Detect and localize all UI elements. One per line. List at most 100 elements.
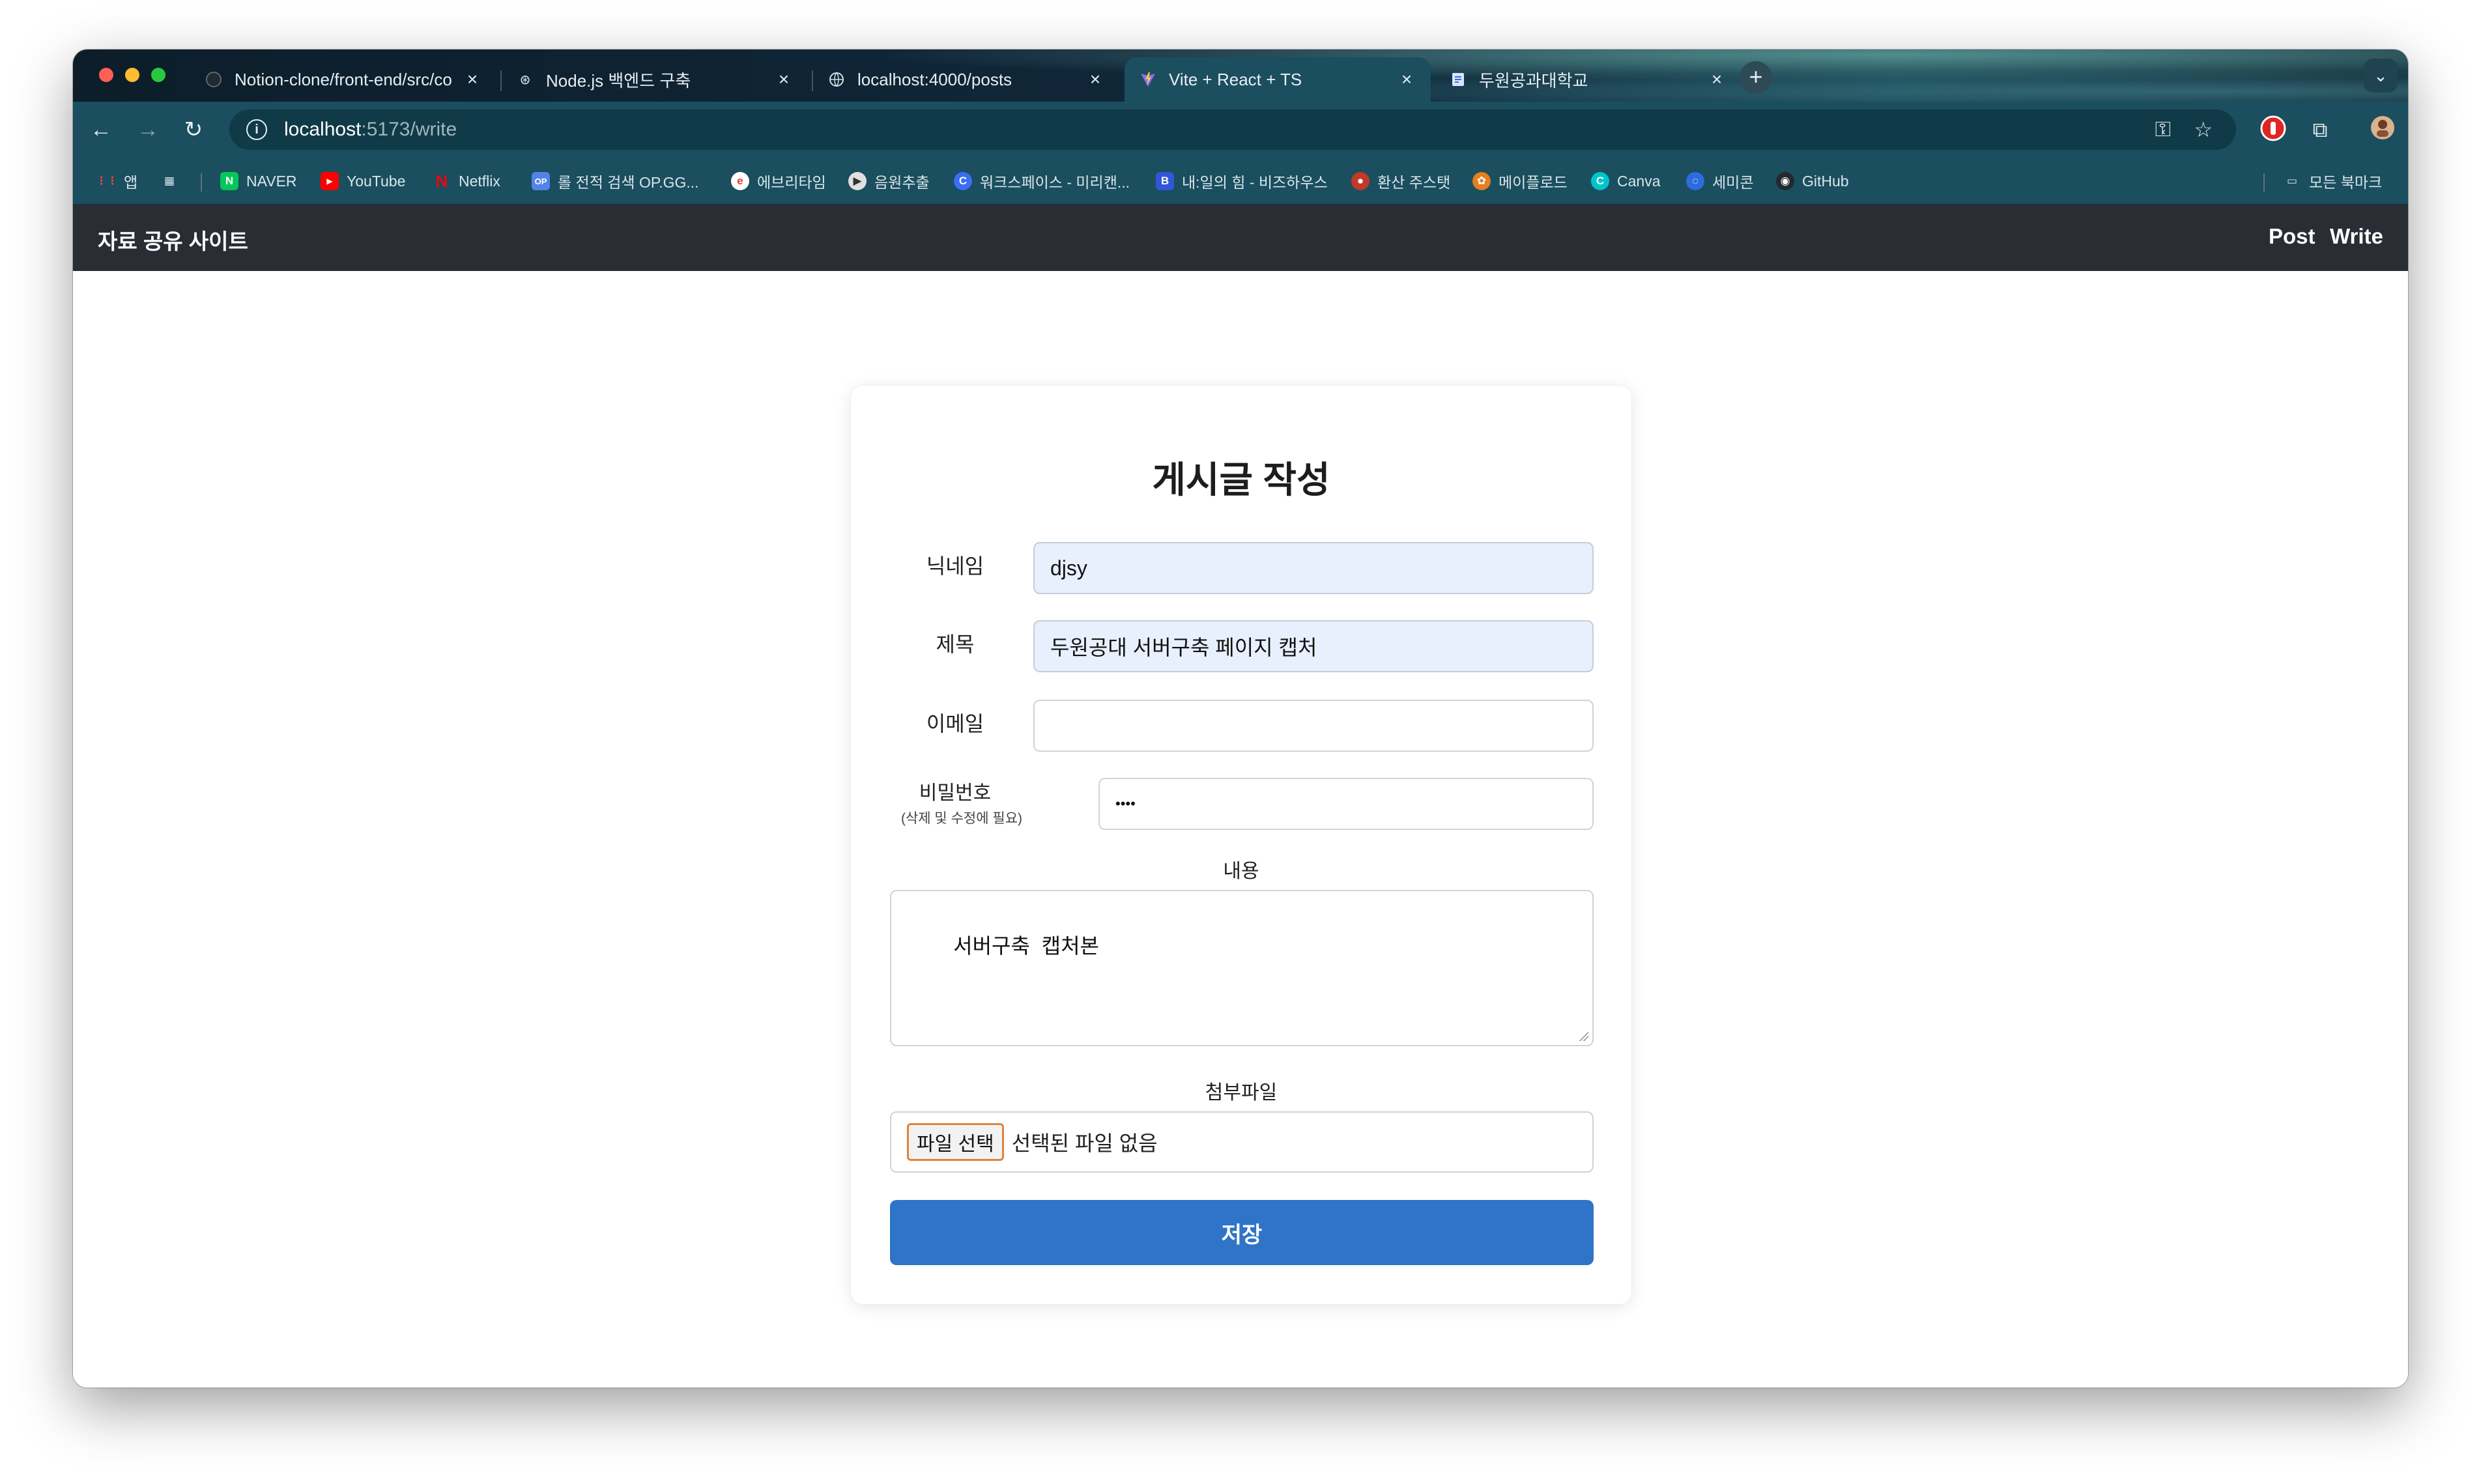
attachment-label: 첨부파일 (1205, 1082, 1278, 1104)
tab-strip: Notion-clone/front-end/src/co × ⊛ Node.j… (73, 50, 2408, 102)
password-label: 비밀번호 (919, 782, 992, 804)
close-icon[interactable]: × (1085, 69, 1105, 90)
tab-title: 두원공과대학교 (1479, 70, 1588, 91)
write-form-card: 게시글 작성 닉네임 djsy 제목 두원공대 서버구축 페이지 캡처 이메일 … (851, 386, 1631, 1304)
content-text: 서버구축 캡처본 (953, 934, 1099, 958)
tab-localhost-posts[interactable]: localhost:4000/posts × (813, 57, 1119, 102)
bookmark-maple[interactable]: ✿ 메이플로드 (1472, 169, 1568, 193)
password-hint: (삭제 및 수정에 필요) (900, 811, 1023, 826)
tab-vite-active[interactable]: Vite + React + TS × (1125, 57, 1431, 102)
content-label: 내용 (1223, 861, 1259, 882)
address-bar[interactable]: i localhost:5173/write ⚿ ☆ (229, 109, 2236, 150)
bookmarks-bar: ⋮⋮ 앱 ▦ N NAVER ▶ YouTube N Netflix OP 롤 전적 검색… (73, 158, 2408, 205)
grid-icon: ▦ (164, 175, 175, 187)
github-icon (205, 70, 223, 89)
new-tab-button[interactable]: + (1740, 61, 1772, 94)
naver-icon: N (220, 172, 238, 190)
email-label: 이메일 (926, 712, 984, 735)
tab-github[interactable]: Notion-clone/front-end/src/co × (190, 57, 496, 102)
close-icon[interactable]: × (463, 69, 482, 90)
tab-title: Notion-clone/front-end/src/co (235, 69, 452, 89)
address-host: localhost (284, 119, 362, 140)
miricanvas-icon: C (954, 172, 972, 190)
tab-nodejs[interactable]: ⊛ Node.js 백엔드 구축 × (502, 57, 808, 102)
browser-toolbar: ← → ↻ i localhost:5173/write ⚿ ☆ ⧉ ⋮ (73, 102, 2408, 158)
window-maximize-button[interactable] (151, 68, 165, 82)
bookmark-naver[interactable]: N NAVER (220, 169, 297, 193)
app-header: 자료 공유 사이트 Post Write (73, 205, 2408, 271)
window-close-button[interactable] (99, 68, 113, 82)
bookmark-youtube[interactable]: ▶ YouTube (321, 169, 405, 193)
nickname-label: 닉네임 (926, 554, 984, 578)
site-info-icon[interactable]: i (246, 119, 267, 140)
nav-write-link[interactable]: Write (2330, 224, 2383, 249)
nickname-input[interactable]: djsy (1033, 542, 1594, 594)
save-button[interactable]: 저장 (890, 1200, 1594, 1265)
github-icon: ◉ (1776, 172, 1794, 190)
bookmark-stat[interactable]: ● 환산 주스탯 (1351, 169, 1450, 193)
subject-label: 제목 (936, 633, 975, 656)
bookmark-semicon[interactable]: ◌ 세미콘 (1686, 169, 1753, 193)
back-icon[interactable]: ← (87, 116, 115, 143)
close-icon[interactable]: × (1397, 69, 1416, 90)
chevron-down-icon[interactable]: ⌄ (2364, 59, 2398, 93)
tab-title: Node.js 백엔드 구축 (546, 70, 691, 91)
bookmark-miricanvas[interactable]: C 워크스페이스 - 미리캔... (954, 169, 1130, 193)
youtube-icon: ▶ (321, 172, 339, 190)
file-status-text: 선택된 파일 없음 (1011, 1132, 1158, 1155)
content-textarea[interactable]: 서버구축 캡처본 (890, 890, 1594, 1046)
window-minimize-button[interactable] (125, 68, 139, 82)
extensions-icon[interactable]: ⧉ (2305, 115, 2335, 145)
choose-file-button[interactable]: 파일 선택 (907, 1123, 1004, 1161)
tab-title: localhost:4000/posts (857, 69, 1012, 89)
page-title: 게시글 작성 (1152, 459, 1330, 500)
password-input[interactable]: •••• (1098, 778, 1594, 830)
bookmark-opgg[interactable]: OP 롤 전적 검색 OP.GG... (532, 169, 699, 193)
canva-icon: C (1591, 172, 1609, 190)
bookmark-divider (2263, 173, 2265, 192)
folder-icon: ▭ (2286, 175, 2298, 187)
stat-icon: ● (1351, 172, 1370, 190)
bookmark-netflix[interactable]: N Netflix (433, 169, 500, 193)
site-brand[interactable]: 자료 공유 사이트 (98, 224, 248, 255)
menu-icon[interactable]: ⋮ (2405, 115, 2408, 145)
chatgpt-icon: ⊛ (519, 72, 531, 87)
bookmark-music[interactable]: ▶ 음원추출 (848, 169, 930, 193)
vite-icon (1139, 70, 1157, 89)
resize-handle[interactable] (1578, 1031, 1588, 1041)
bizhows-icon: B (1156, 172, 1174, 190)
globe-icon (827, 70, 846, 89)
bookmark-grid[interactable]: ▦ (160, 169, 186, 193)
bookmark-canva[interactable]: C Canva (1591, 169, 1660, 193)
key-icon[interactable]: ⚿ (2155, 117, 2171, 142)
avatar[interactable] (2368, 115, 2398, 145)
browser-window: Notion-clone/front-end/src/co × ⊛ Node.j… (73, 50, 2408, 1388)
bookmark-divider (201, 173, 202, 192)
address-path: :5173/write (361, 119, 457, 140)
maple-icon: ✿ (1472, 172, 1491, 190)
star-icon[interactable]: ☆ (2194, 117, 2213, 142)
email-input[interactable] (1033, 700, 1594, 752)
everytime-icon: e (731, 172, 749, 190)
adblock-icon[interactable] (2258, 115, 2288, 145)
reload-icon[interactable]: ↻ (180, 116, 207, 143)
apps-icon: ⋮⋮ (96, 175, 118, 187)
tab-dongyang[interactable]: 두원공과대학교 × (1435, 57, 1741, 102)
netflix-icon: N (435, 171, 448, 191)
bookmark-everytime[interactable]: e 에브리타임 (731, 169, 826, 193)
nav-post-link[interactable]: Post (2269, 224, 2316, 249)
close-icon[interactable]: × (774, 69, 794, 90)
file-input[interactable]: 파일 선택 선택된 파일 없음 (890, 1111, 1594, 1173)
document-icon (1449, 70, 1467, 89)
close-icon[interactable]: × (1707, 69, 1727, 90)
subject-input[interactable]: 두원공대 서버구축 페이지 캡처 (1033, 620, 1594, 672)
page-content: 게시글 작성 닉네임 djsy 제목 두원공대 서버구축 페이지 캡처 이메일 … (73, 271, 2408, 1388)
bookmark-github[interactable]: ◉ GitHub (1776, 169, 1849, 193)
music-icon: ▶ (848, 172, 867, 190)
semicon-icon: ◌ (1686, 172, 1704, 190)
opgg-icon: OP (532, 172, 550, 190)
forward-icon[interactable]: → (134, 116, 162, 143)
bookmark-bizhows[interactable]: B 내:일의 힘 - 비즈하우스 (1156, 169, 1328, 193)
bookmark-apps[interactable]: ⋮⋮ 앱 (96, 169, 137, 193)
bookmark-all[interactable]: ▭ 모든 북마크 (2283, 169, 2382, 193)
